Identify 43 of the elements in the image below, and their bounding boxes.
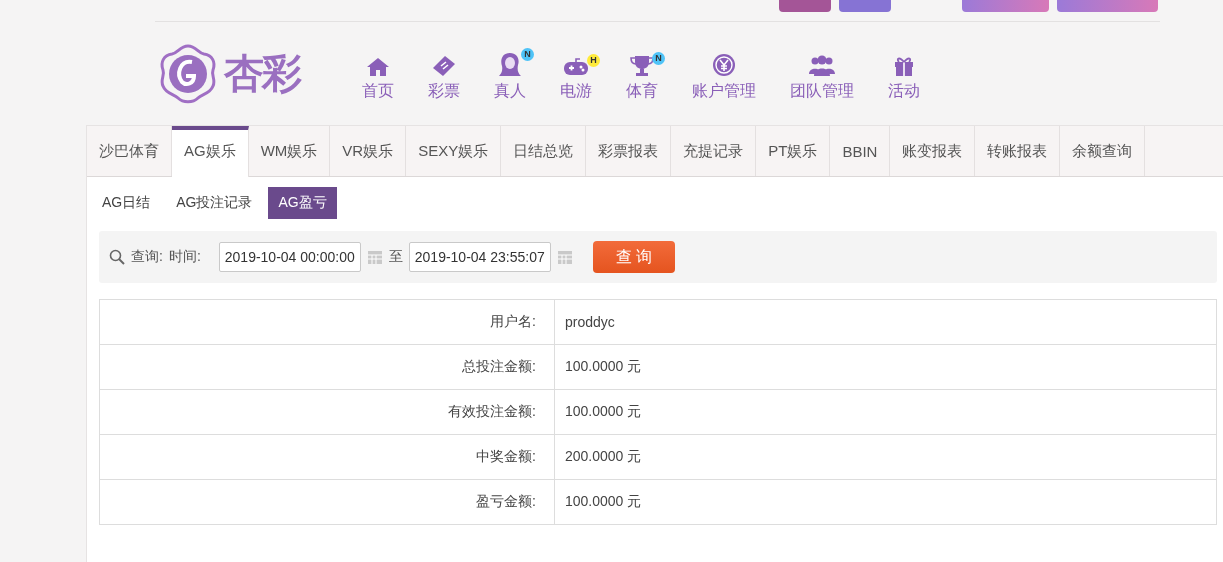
field-label: 总投注金额: <box>99 344 555 390</box>
nav-item[interactable]: H 电游 <box>548 45 604 102</box>
calendar-icon[interactable] <box>366 249 383 265</box>
nav-item[interactable]: 团队管理 <box>778 45 866 102</box>
time-label: 时间: <box>168 248 201 266</box>
withdraw-button[interactable] <box>839 0 891 12</box>
field-label: 用户名: <box>99 299 555 345</box>
home-icon <box>366 56 390 77</box>
sub-tab[interactable]: AG投注记录 <box>166 187 263 219</box>
field-label: 盈亏金额: <box>99 479 555 525</box>
nav-item[interactable]: 活动 <box>876 45 932 102</box>
client-download-button[interactable] <box>1057 0 1158 12</box>
field-label: 有效投注金额: <box>99 389 555 435</box>
deposit-button[interactable] <box>779 0 831 12</box>
report-tab[interactable]: AG娱乐 <box>172 126 249 177</box>
field-value: 100.0000 元 <box>554 344 1217 390</box>
nav-badge: H <box>587 53 600 67</box>
query-label: 查询: <box>131 248 163 266</box>
logo-text: 杏彩 <box>224 48 300 98</box>
field-label: 中奖金额: <box>99 434 555 480</box>
logo-icon <box>158 43 218 104</box>
end-time-field[interactable]: 2019-10-04 23:55:07 <box>408 242 551 272</box>
sub-tab[interactable]: AG盈亏 <box>268 187 337 219</box>
nav-badge: N <box>652 51 665 65</box>
start-time-field[interactable]: 2019-10-04 00:00:00 <box>218 242 361 272</box>
range-separator: 至 <box>388 248 403 266</box>
nav-item[interactable]: 首页 <box>350 45 406 102</box>
search-icon <box>109 249 125 265</box>
people-icon <box>808 54 836 77</box>
ticket-icon <box>432 54 456 77</box>
field-value: 100.0000 元 <box>554 479 1217 525</box>
yen-coin-icon <box>712 52 736 77</box>
nav-item[interactable]: 彩票 <box>416 45 472 102</box>
calendar-icon[interactable] <box>556 249 573 265</box>
sub-tab[interactable]: AG日结 <box>99 187 161 219</box>
field-value: proddyc <box>554 299 1217 345</box>
nav-badge: N <box>521 47 534 61</box>
nav-item[interactable]: 账户管理 <box>680 45 768 102</box>
app-download-button[interactable] <box>962 0 1049 12</box>
nav-item[interactable]: N 体育 <box>614 45 670 102</box>
nav-item[interactable]: N 真人 <box>482 45 538 102</box>
field-value: 200.0000 元 <box>554 434 1217 480</box>
field-value: 100.0000 元 <box>554 389 1217 435</box>
